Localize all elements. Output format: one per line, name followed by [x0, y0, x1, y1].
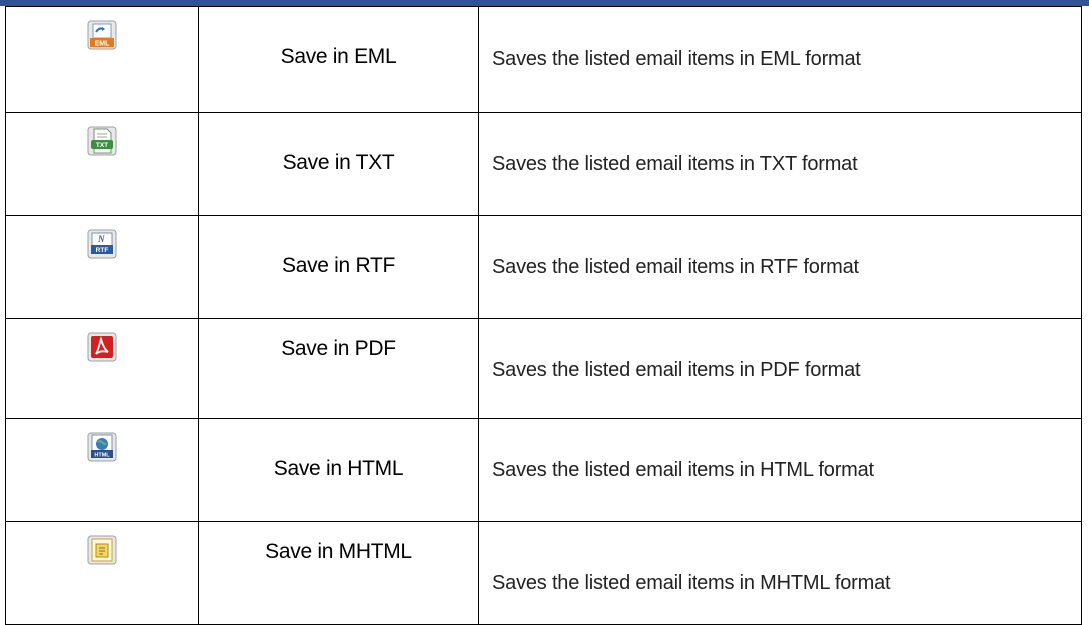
eml-file-icon[interactable]: EML — [87, 20, 117, 50]
format-description: Saves the listed email items in MHTML fo… — [492, 572, 891, 594]
format-name: Save in MHTML — [265, 540, 412, 563]
eml-icon-label: EML — [95, 41, 111, 48]
format-name-cell: Save in RTF — [198, 215, 479, 319]
format-name: Save in HTML — [273, 457, 404, 480]
mhtml-file-icon[interactable] — [87, 535, 117, 565]
format-name-cell: Save in EML — [198, 6, 479, 113]
format-name-cell: Save in MHTML — [198, 521, 479, 625]
pdf-file-icon[interactable] — [87, 332, 117, 362]
table-row: EML Save in EML Saves the listed email i… — [5, 6, 1082, 113]
table-row: N RTF Save in RTF Saves the listed email… — [5, 215, 1082, 319]
table-row: HTML Save in HTML Saves the listed email… — [5, 418, 1082, 522]
table-row: Save in PDF Saves the listed email items… — [5, 318, 1082, 419]
format-name-cell: Save in HTML — [198, 418, 479, 522]
html-icon-label: HTML — [94, 453, 110, 459]
format-name: Save in TXT — [282, 151, 395, 174]
format-name-cell: Save in TXT — [198, 112, 479, 216]
table-row: Save in MHTML Saves the listed email ite… — [5, 521, 1082, 625]
icon-cell: N RTF — [5, 215, 199, 319]
txt-icon-label: TXT — [96, 142, 108, 149]
format-description-cell: Saves the listed email items in MHTML fo… — [478, 521, 1082, 625]
format-name: Save in RTF — [281, 254, 396, 277]
save-formats-table: EML Save in EML Saves the listed email i… — [5, 6, 1082, 625]
format-description: Saves the listed email items in PDF form… — [492, 359, 861, 381]
format-description-cell: Saves the listed email items in RTF form… — [478, 215, 1082, 319]
format-description: Saves the listed email items in RTF form… — [492, 255, 859, 278]
format-description: Saves the listed email items in EML form… — [492, 48, 861, 70]
icon-cell: HTML — [5, 418, 199, 522]
format-description: Saves the listed email items in HTML for… — [492, 458, 874, 481]
format-name: Save in PDF — [281, 337, 396, 360]
icon-cell: EML — [5, 6, 199, 113]
icon-cell: TXT — [5, 112, 199, 216]
format-description-cell: Saves the listed email items in PDF form… — [478, 318, 1082, 419]
format-description-cell: Saves the listed email items in HTML for… — [478, 418, 1082, 522]
table-row: TXT Save in TXT Saves the listed email i… — [5, 112, 1082, 216]
html-file-icon[interactable]: HTML — [87, 432, 117, 462]
format-description: Saves the listed email items in TXT form… — [492, 152, 858, 175]
rtf-file-icon[interactable]: N RTF — [87, 229, 117, 259]
format-description-cell: Saves the listed email items in TXT form… — [478, 112, 1082, 216]
txt-file-icon[interactable]: TXT — [87, 126, 117, 156]
rtf-icon-label: RTF — [96, 247, 109, 254]
svg-text:N: N — [97, 234, 105, 244]
format-description-cell: Saves the listed email items in EML form… — [478, 6, 1082, 113]
format-name: Save in EML — [280, 45, 397, 68]
format-name-cell: Save in PDF — [198, 318, 479, 419]
icon-cell — [5, 521, 199, 625]
icon-cell — [5, 318, 199, 419]
